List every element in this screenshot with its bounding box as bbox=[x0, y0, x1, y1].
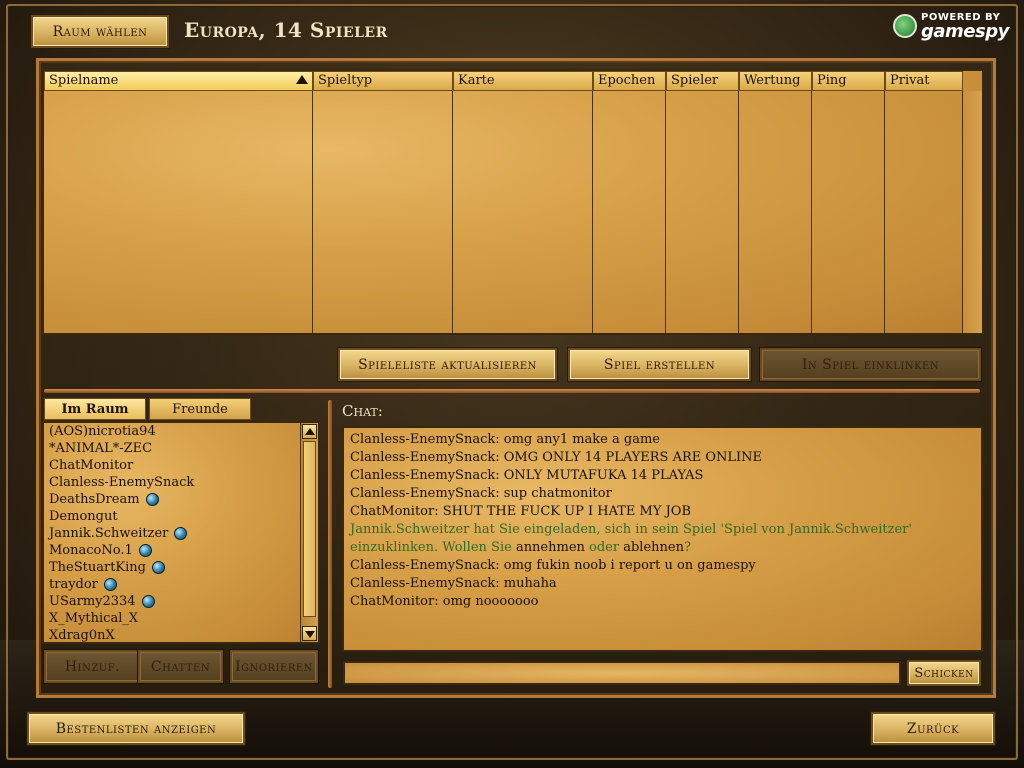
invite-text: oder bbox=[584, 540, 624, 555]
chat-label: Chat: bbox=[342, 402, 383, 420]
player-name: USarmy2334 bbox=[49, 594, 136, 609]
chat-lines: Clanless-EnemySnack: omg any1 make a gam… bbox=[350, 431, 975, 611]
add-friend-button[interactable]: Hinzuf. bbox=[44, 650, 141, 683]
player-list[interactable]: (AOS)nicrotia94 *ANIMAL*-ZEC ChatMonitor Cl… bbox=[42, 421, 320, 644]
player-name: ChatMonitor bbox=[49, 458, 134, 473]
page-title: Europa, 14 Spieler bbox=[184, 18, 388, 42]
logo-bottom-text: gamespy bbox=[921, 21, 1009, 42]
column-header-spielname[interactable]: Spielname bbox=[44, 71, 313, 91]
chat-input[interactable] bbox=[343, 661, 901, 685]
chat-log[interactable]: Clanless-EnemySnack: omg any1 make a gam… bbox=[342, 426, 983, 652]
globe-icon bbox=[141, 595, 155, 608]
column-divider bbox=[884, 91, 885, 333]
chat-message: Clanless-EnemySnack: sup chatmonitor bbox=[350, 486, 612, 501]
arrow-down-icon bbox=[305, 631, 315, 638]
column-divider bbox=[312, 91, 313, 333]
invite-text: ? bbox=[683, 540, 691, 555]
column-label: Spielname bbox=[49, 73, 119, 88]
globe-icon bbox=[103, 578, 117, 591]
scroll-down-button[interactable] bbox=[302, 626, 317, 641]
game-list-header: Spielname Spieltyp Karte Epochen Spieler… bbox=[44, 71, 982, 91]
chat-message: Clanless-EnemySnack: muhaha bbox=[350, 576, 557, 591]
chat-message: ChatMonitor: SHUT THE FUCK UP I HATE MY … bbox=[350, 504, 691, 519]
player-list-item[interactable]: (AOS)nicrotia94 bbox=[44, 423, 318, 440]
player-list-item[interactable]: TheStuartKing bbox=[44, 559, 318, 576]
chat-message: Jannik.Schweitzer hat Sie eingeladen, si… bbox=[350, 521, 975, 557]
globe-icon bbox=[174, 527, 188, 540]
column-header-karte[interactable]: Karte bbox=[453, 71, 593, 91]
section-divider bbox=[44, 389, 980, 393]
gamespy-icon bbox=[893, 14, 917, 38]
tab-im-raum[interactable]: Im Raum bbox=[44, 398, 146, 420]
chat-with-player-button[interactable]: Chatten bbox=[138, 650, 223, 683]
gamespy-logo: POWERED BY gamespy bbox=[893, 12, 1009, 42]
column-divider bbox=[811, 91, 812, 333]
column-header-spieltyp[interactable]: Spieltyp bbox=[313, 71, 453, 91]
player-name: (AOS)nicrotia94 bbox=[49, 424, 156, 439]
show-leaderboards-button[interactable]: Bestenlisten anzeigen bbox=[27, 712, 245, 745]
ignore-player-button[interactable]: Ignorieren bbox=[230, 650, 318, 683]
column-header-ping[interactable]: Ping bbox=[812, 71, 885, 91]
player-list-item[interactable]: Xdrag0nX bbox=[44, 627, 318, 643]
player-name: MonacoNo.1 bbox=[49, 543, 133, 558]
player-list-item[interactable]: X_Mythical_X bbox=[44, 610, 318, 627]
chat-message: Clanless-EnemySnack: omg any1 make a gam… bbox=[350, 432, 660, 447]
player-rows: (AOS)nicrotia94 *ANIMAL*-ZEC ChatMonitor Cl… bbox=[44, 423, 318, 643]
player-list-item[interactable]: Jannik.Schweitzer bbox=[44, 525, 318, 542]
player-list-item[interactable]: USarmy2334 bbox=[44, 593, 318, 610]
player-list-item[interactable]: ChatMonitor bbox=[44, 457, 318, 474]
chat-message: Clanless-EnemySnack: omg fukin noob i re… bbox=[350, 558, 756, 573]
column-header-epochen[interactable]: Epochen bbox=[593, 71, 666, 91]
column-divider bbox=[592, 91, 593, 333]
globe-icon bbox=[145, 493, 159, 506]
column-divider bbox=[738, 91, 739, 333]
player-name: Clanless-EnemySnack bbox=[49, 475, 195, 490]
player-name: X_Mythical_X bbox=[49, 611, 139, 626]
player-list-item[interactable]: *ANIMAL*-ZEC bbox=[44, 440, 318, 457]
chat-message: Clanless-EnemySnack: OMG ONLY 14 PLAYERS… bbox=[350, 450, 763, 465]
player-name: TheStuartKing bbox=[49, 560, 146, 575]
chat-message: Clanless-EnemySnack: ONLY MUTAFUKA 14 PL… bbox=[350, 468, 704, 483]
sort-ascending-icon bbox=[296, 75, 308, 84]
player-list-item[interactable]: traydor bbox=[44, 576, 318, 593]
player-list-item[interactable]: Demongut bbox=[44, 508, 318, 525]
refresh-game-list-button[interactable]: Spieleliste aktualisieren bbox=[338, 348, 557, 381]
player-list-item[interactable]: DeathsDream bbox=[44, 491, 318, 508]
decline-invite-link[interactable]: ablehnen bbox=[623, 540, 684, 555]
vertical-divider bbox=[328, 400, 332, 688]
column-header-spieler[interactable]: Spieler bbox=[666, 71, 739, 91]
player-name: *ANIMAL*-ZEC bbox=[49, 441, 153, 456]
player-name: Xdrag0nX bbox=[49, 628, 115, 643]
room-select-button[interactable]: Raum wählen bbox=[31, 15, 169, 48]
join-game-button[interactable]: In Spiel einklinken bbox=[760, 348, 981, 381]
player-name: Demongut bbox=[49, 509, 118, 524]
player-list-item[interactable]: MonacoNo.1 bbox=[44, 542, 318, 559]
player-name: DeathsDream bbox=[49, 492, 140, 507]
tab-freunde[interactable]: Freunde bbox=[149, 398, 251, 420]
create-game-button[interactable]: Spiel erstellen bbox=[568, 348, 751, 381]
player-list-item[interactable]: Clanless-EnemySnack bbox=[44, 474, 318, 491]
chat-message: ChatMonitor: omg nooooooo bbox=[350, 594, 539, 609]
send-button[interactable]: Schicken bbox=[907, 660, 981, 686]
column-divider bbox=[452, 91, 453, 333]
game-list-scrollbar[interactable] bbox=[962, 91, 982, 333]
globe-icon bbox=[138, 544, 152, 557]
globe-icon bbox=[152, 561, 165, 574]
player-name: traydor bbox=[49, 577, 98, 592]
player-list-scrollbar[interactable] bbox=[300, 423, 318, 642]
game-list-table[interactable]: Spielname Spieltyp Karte Epochen Spieler… bbox=[42, 69, 984, 335]
back-button[interactable]: Zurück bbox=[871, 712, 995, 745]
player-name: Jannik.Schweitzer bbox=[49, 526, 169, 541]
accept-invite-link[interactable]: annehmen bbox=[516, 540, 585, 555]
scroll-up-button[interactable] bbox=[302, 424, 317, 439]
column-divider bbox=[665, 91, 666, 333]
column-header-privat[interactable]: Privat bbox=[885, 71, 963, 91]
arrow-up-icon bbox=[305, 428, 315, 435]
scroll-thumb[interactable] bbox=[303, 441, 316, 617]
game-list-rows bbox=[44, 91, 962, 333]
column-header-wertung[interactable]: Wertung bbox=[739, 71, 812, 91]
